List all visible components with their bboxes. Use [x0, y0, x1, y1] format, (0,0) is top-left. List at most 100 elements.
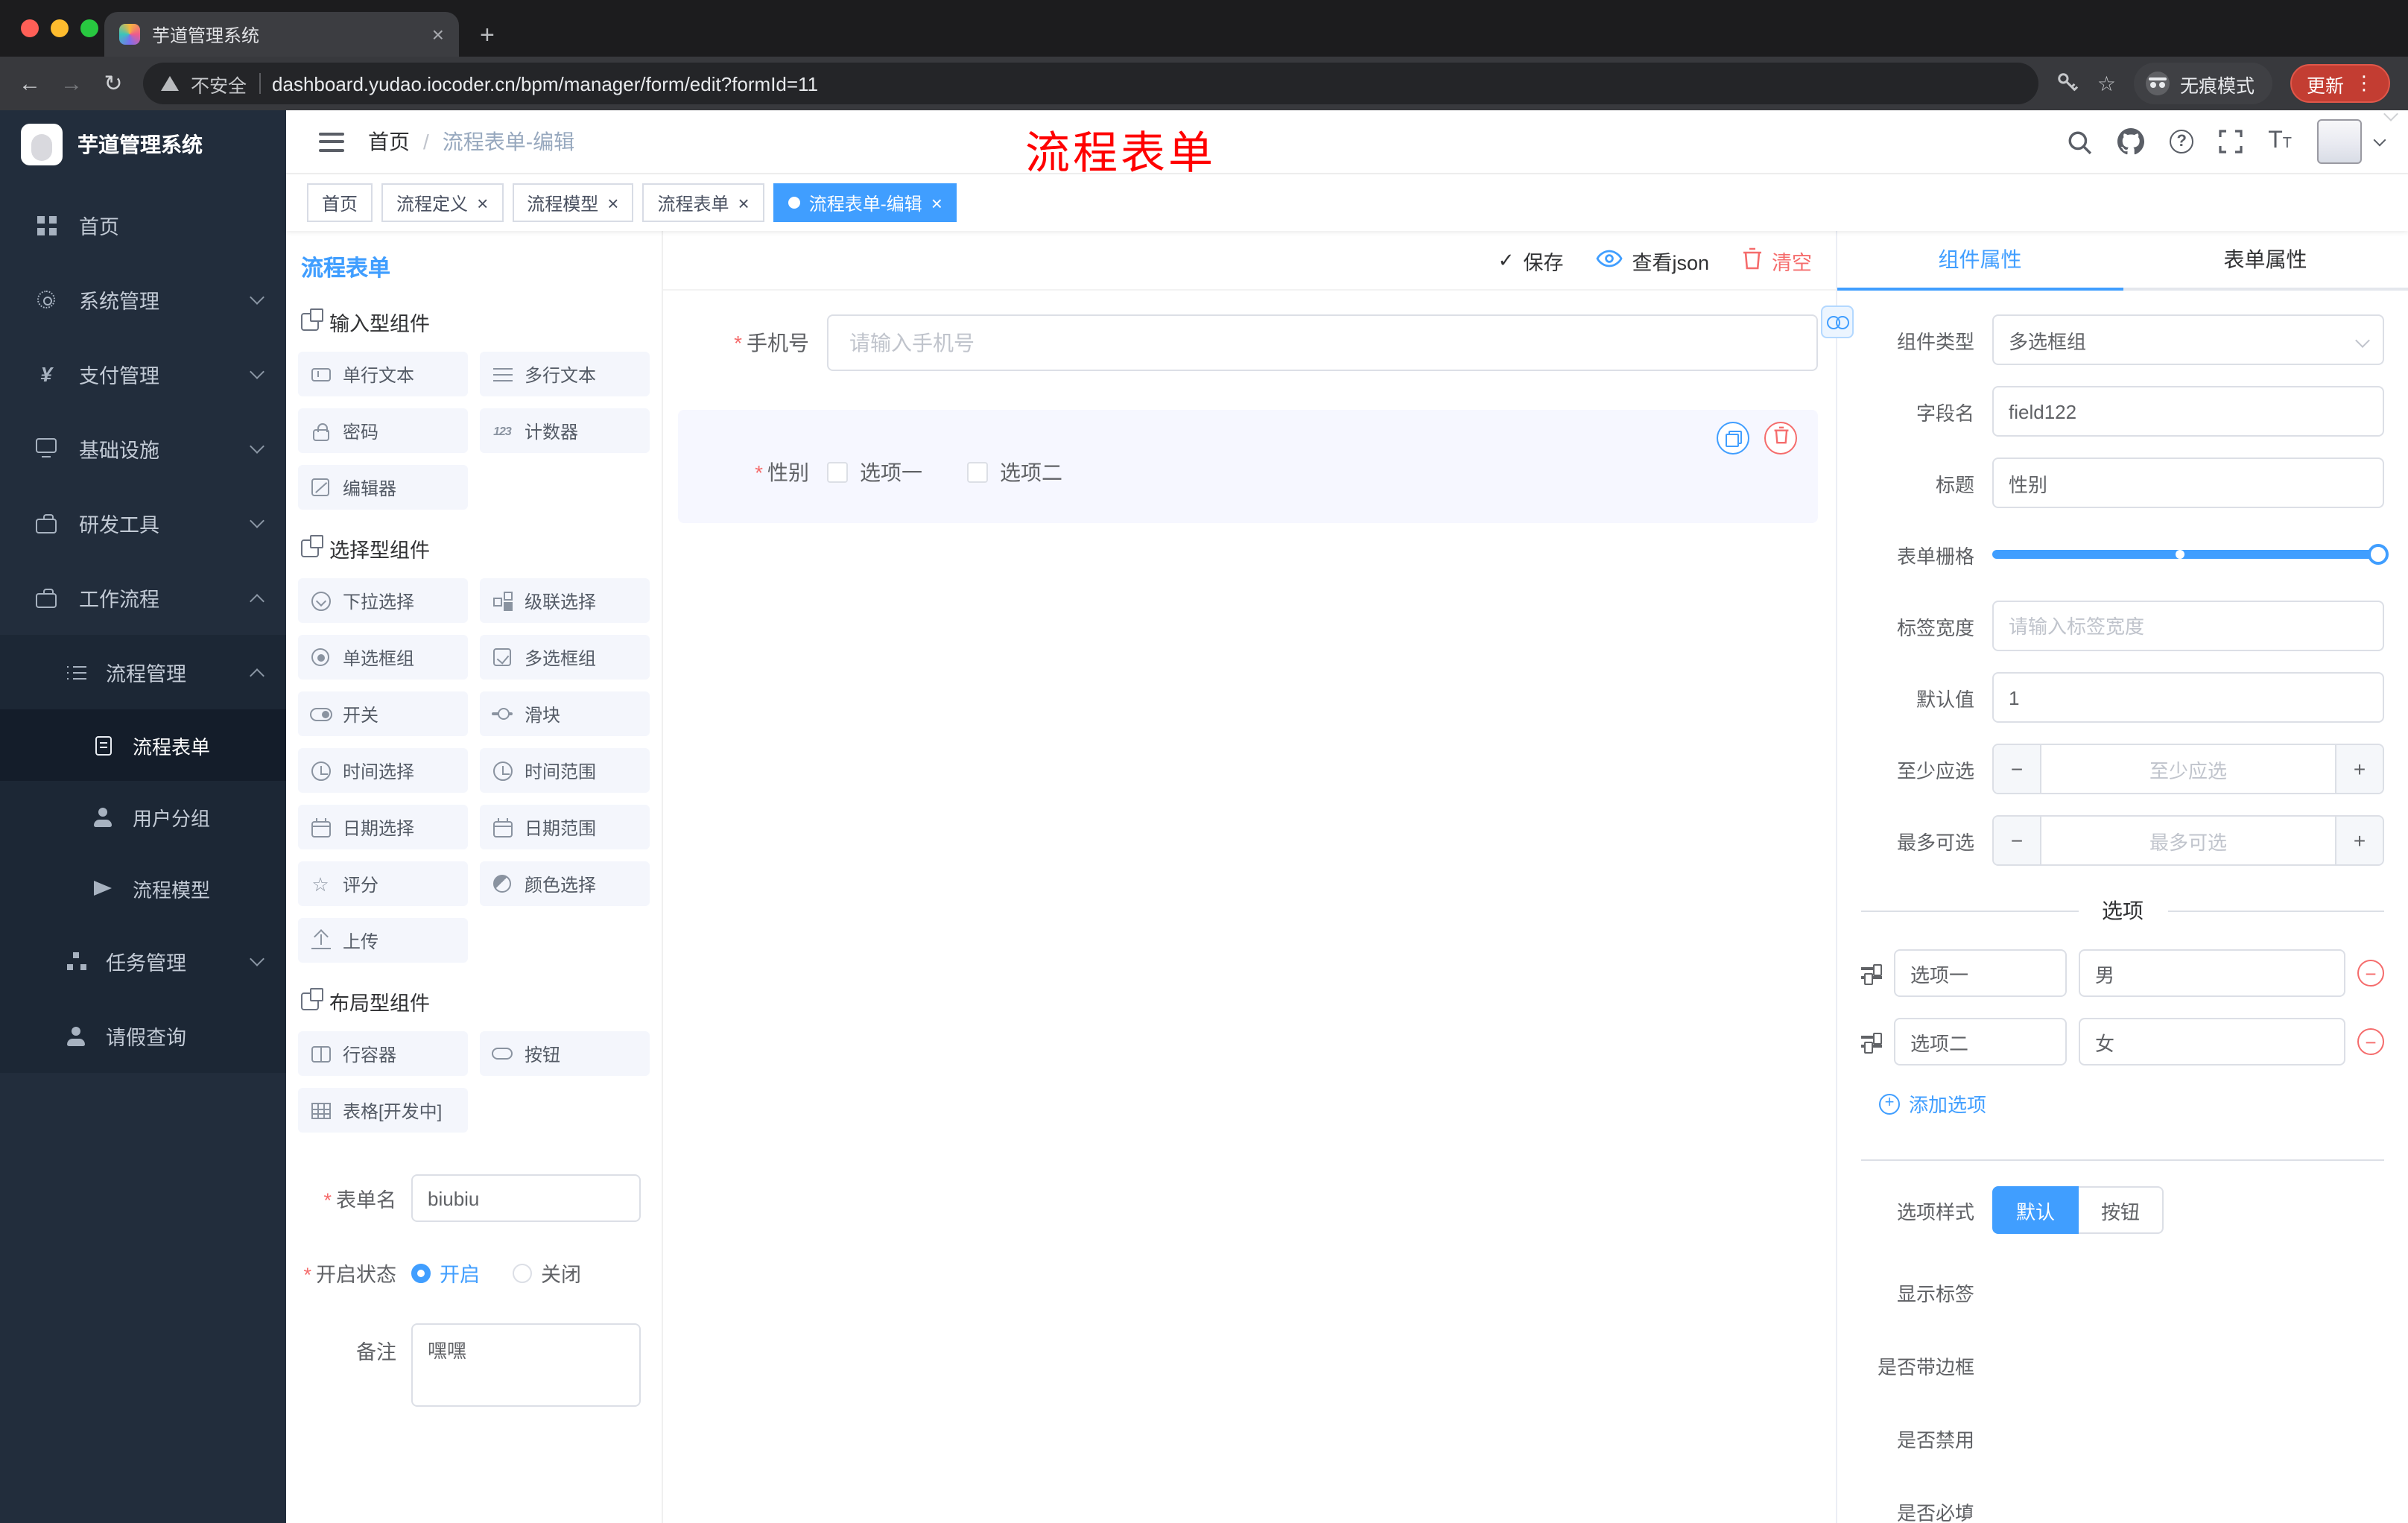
component-time-picker[interactable]: 时间选择: [298, 748, 468, 793]
close-icon[interactable]: [607, 193, 618, 212]
address-bar[interactable]: 不安全 dashboard.yudao.iocoder.cn/bpm/manag…: [143, 63, 2039, 104]
tag-process-definition[interactable]: 流程定义: [381, 183, 504, 222]
tab-close-icon[interactable]: [432, 24, 444, 45]
search-icon[interactable]: [2067, 129, 2092, 154]
tag-process-form[interactable]: 流程表单: [642, 183, 764, 222]
component-date-picker[interactable]: 日期选择: [298, 805, 468, 849]
status-off-radio[interactable]: 关闭: [513, 1258, 581, 1288]
gender-widget-selected[interactable]: 性别 选项一 选项二: [678, 410, 1818, 523]
component-slider[interactable]: 滑块: [480, 691, 650, 736]
tag-process-model[interactable]: 流程模型: [512, 183, 634, 222]
sidebar-item-leave-query[interactable]: 请假查询: [0, 998, 286, 1073]
component-type-value[interactable]: [1992, 314, 2384, 365]
component-switch[interactable]: 开关: [298, 691, 468, 736]
component-cascader[interactable]: 级联选择: [480, 578, 650, 623]
gender-option2-checkbox[interactable]: 选项二: [967, 457, 1062, 487]
component-row-container[interactable]: 行容器: [298, 1031, 468, 1076]
status-on-radio[interactable]: 开启: [411, 1258, 480, 1288]
component-multi-line-text[interactable]: 多行文本: [480, 352, 650, 396]
component-counter[interactable]: 计数器: [480, 408, 650, 453]
slider-track[interactable]: [1992, 544, 2389, 565]
sidebar-item-infrastructure[interactable]: 基础设施: [0, 411, 286, 486]
max-select-placeholder[interactable]: 最多可选: [2041, 817, 2335, 864]
label-width-input[interactable]: [1992, 601, 2384, 651]
breadcrumb-home[interactable]: 首页: [368, 127, 410, 156]
browser-tab[interactable]: 芋道管理系统: [104, 12, 459, 57]
style-default-button[interactable]: 默认: [1992, 1186, 2079, 1234]
minimize-window-button[interactable]: [51, 19, 69, 37]
drag-handle-icon[interactable]: [1861, 1033, 1882, 1054]
component-checkbox-group[interactable]: 多选框组: [480, 635, 650, 680]
tag-process-form-edit[interactable]: 流程表单-编辑: [773, 183, 957, 222]
sidebar-item-payment-management[interactable]: 支付管理: [0, 337, 286, 411]
component-editor[interactable]: 编辑器: [298, 465, 468, 510]
reload-button[interactable]: [101, 72, 125, 95]
browser-menu-icon[interactable]: [2354, 72, 2374, 95]
close-icon[interactable]: [738, 193, 750, 212]
phone-field[interactable]: 手机号: [678, 314, 1818, 371]
default-value-input[interactable]: [1992, 672, 2384, 723]
password-key-icon[interactable]: [2057, 71, 2079, 96]
component-dropdown-select[interactable]: 下拉选择: [298, 578, 468, 623]
drag-handle-icon[interactable]: [1861, 964, 1882, 985]
component-single-line-text[interactable]: 单行文本: [298, 352, 468, 396]
field-name-input[interactable]: [1992, 386, 2384, 437]
view-json-button[interactable]: 查看json: [1596, 245, 1709, 275]
remove-option-button[interactable]: [2357, 1028, 2384, 1055]
forward-button[interactable]: [60, 72, 83, 95]
clear-button[interactable]: 清空: [1742, 245, 1812, 275]
decrease-button[interactable]: [1994, 817, 2041, 864]
component-button[interactable]: 按钮: [480, 1031, 650, 1076]
tab-component-properties[interactable]: 组件属性: [1837, 231, 2123, 291]
back-button[interactable]: [18, 72, 42, 95]
checkbox-icon[interactable]: [967, 462, 988, 483]
avatar-caret-icon[interactable]: [2373, 133, 2386, 147]
zoom-window-button[interactable]: [80, 19, 98, 37]
bookmark-star-icon[interactable]: [2097, 73, 2116, 94]
form-name-input[interactable]: [411, 1174, 641, 1222]
panel-link-handle[interactable]: [1821, 305, 1854, 338]
option1-value-input[interactable]: [2079, 949, 2345, 997]
new-tab-button[interactable]: [480, 22, 495, 48]
phone-input[interactable]: [827, 314, 1818, 371]
sidebar-item-dev-tools[interactable]: 研发工具: [0, 486, 286, 560]
component-table[interactable]: 表格[开发中]: [298, 1088, 468, 1133]
fullscreen-icon[interactable]: [2219, 130, 2243, 153]
component-time-range[interactable]: 时间范围: [480, 748, 650, 793]
remove-option-button[interactable]: [2357, 960, 2384, 987]
font-size-icon[interactable]: TT: [2268, 129, 2292, 153]
tab-form-properties[interactable]: 表单属性: [2123, 231, 2408, 288]
component-upload[interactable]: 上传: [298, 918, 468, 963]
close-icon[interactable]: [477, 193, 488, 212]
sidebar-item-process-form[interactable]: 流程表单: [0, 709, 286, 781]
decrease-button[interactable]: [1994, 745, 2041, 793]
min-select-placeholder[interactable]: 至少应选: [2041, 745, 2335, 793]
title-input[interactable]: [1992, 457, 2384, 508]
component-rate[interactable]: 评分: [298, 861, 468, 906]
avatar[interactable]: [2317, 119, 2362, 164]
checkbox-icon[interactable]: [827, 462, 848, 483]
github-icon[interactable]: [2117, 128, 2145, 155]
style-button-button[interactable]: 按钮: [2079, 1186, 2164, 1234]
component-radio-group[interactable]: 单选框组: [298, 635, 468, 680]
sidebar-item-home[interactable]: 首页: [0, 188, 286, 262]
option2-value-input[interactable]: [2079, 1018, 2345, 1066]
tag-home[interactable]: 首页: [307, 183, 373, 222]
sidebar-item-user-group[interactable]: 用户分组: [0, 781, 286, 852]
component-color-picker[interactable]: 颜色选择: [480, 861, 650, 906]
option1-label-input[interactable]: [1894, 949, 2067, 997]
add-option-button[interactable]: 添加选项: [1879, 1089, 2384, 1118]
browser-update-button[interactable]: 更新: [2290, 64, 2390, 103]
sidebar-item-process-model[interactable]: 流程模型: [0, 852, 286, 924]
increase-button[interactable]: [2335, 745, 2383, 793]
slider-handle[interactable]: [2368, 544, 2389, 565]
sidebar-item-process-management[interactable]: 流程管理: [0, 635, 286, 709]
sidebar-item-workflow[interactable]: 工作流程: [0, 560, 286, 635]
component-password[interactable]: 密码: [298, 408, 468, 453]
delete-widget-button[interactable]: [1764, 422, 1797, 455]
form-grid-slider[interactable]: [1992, 529, 2389, 580]
component-type-select[interactable]: [1992, 314, 2384, 365]
hamburger-menu-icon[interactable]: [319, 132, 344, 151]
copy-widget-button[interactable]: [1717, 422, 1749, 455]
close-window-button[interactable]: [21, 19, 39, 37]
